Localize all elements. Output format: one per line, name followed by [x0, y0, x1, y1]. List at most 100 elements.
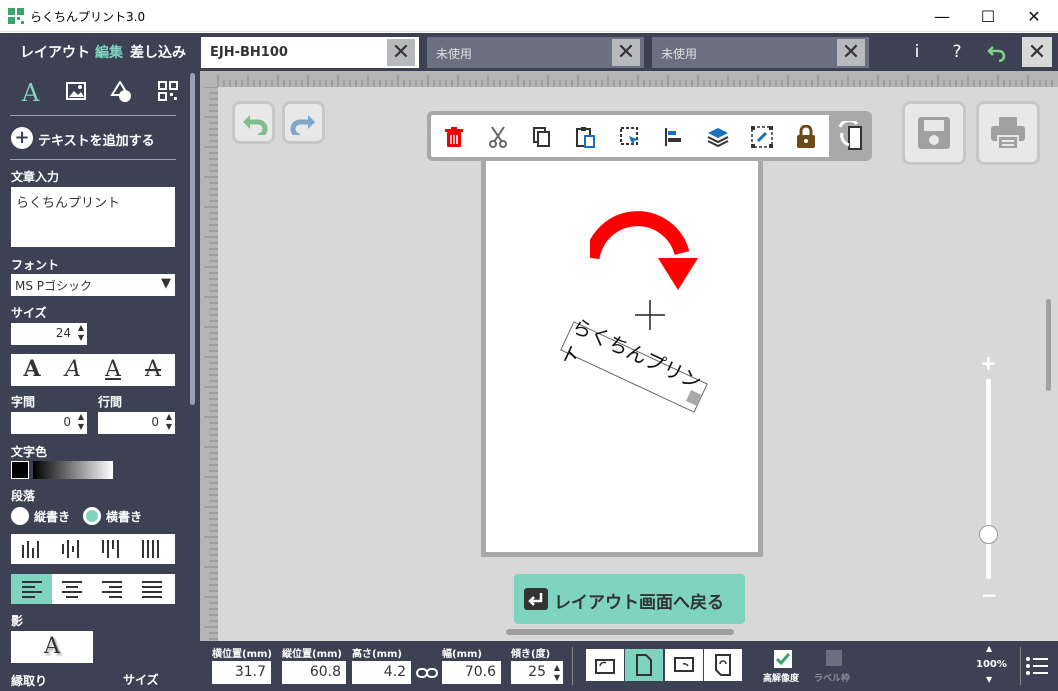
document-tab-1[interactable]: EJH-BH100 ✕ — [201, 37, 419, 68]
zoom-track[interactable] — [986, 379, 991, 579]
redo-button[interactable] — [282, 101, 325, 144]
rotate-90-button[interactable] — [665, 649, 703, 681]
info-icon[interactable]: i — [904, 39, 930, 65]
select-area-icon[interactable] — [617, 124, 643, 150]
align-middle-icon[interactable] — [61, 539, 83, 559]
text-input[interactable]: らくちんプリント — [11, 187, 175, 247]
stepper-arrows-icon[interactable]: ▲ ▼ — [78, 412, 84, 432]
add-text-button[interactable]: テキストを追加する — [38, 130, 155, 149]
line-spacing-stepper[interactable]: 0 ▲ ▼ — [98, 412, 175, 434]
layers-icon[interactable] — [705, 124, 731, 150]
angle-stepper[interactable]: 25 ▲ ▼ — [511, 661, 563, 684]
cut-icon[interactable] — [485, 124, 511, 150]
bold-icon[interactable]: A — [12, 354, 52, 384]
delete-icon[interactable] — [441, 124, 467, 150]
font-select-value: MS Pゴシック — [15, 279, 93, 293]
title-bar: らくちんプリント3.0 — ☐ ✕ — [0, 0, 1058, 32]
ruler-vertical — [200, 87, 218, 641]
design-canvas[interactable]: らくちんプリント + − レイアウト画面へ戻る — [200, 71, 1058, 641]
width-label: 幅(mm) — [442, 649, 482, 660]
group-link-icon[interactable] — [749, 124, 775, 150]
zoom-up-icon[interactable]: ▲ — [986, 644, 992, 653]
printer-icon — [991, 117, 1025, 150]
divider — [1020, 647, 1021, 685]
document-tab-2[interactable]: 未使用 ✕ — [427, 37, 644, 68]
align-objects-icon[interactable] — [661, 124, 687, 150]
underline-icon[interactable]: A — [93, 354, 133, 384]
tab-layout[interactable]: レイアウト — [20, 42, 90, 62]
undo-button[interactable] — [232, 101, 275, 144]
vertical-scrollbar[interactable] — [1046, 299, 1051, 391]
align-bottom-icon[interactable] — [21, 539, 43, 559]
rotate-object-icon — [838, 121, 862, 150]
copy-icon[interactable] — [529, 124, 555, 150]
size-stepper[interactable]: 24 ▲ ▼ — [11, 323, 87, 345]
align-top-icon[interactable] — [101, 539, 123, 559]
font-select[interactable]: MS Pゴシック ▼ — [11, 274, 175, 296]
x-position-input[interactable]: 31.7 — [212, 661, 271, 684]
lock-icon[interactable] — [793, 124, 819, 150]
link-ratio-icon[interactable] — [416, 666, 438, 680]
stepper-arrows-icon[interactable]: ▲ ▼ — [554, 663, 560, 683]
horizontal-radio[interactable] — [83, 507, 101, 525]
align-justify-icon[interactable] — [141, 580, 163, 598]
zoom-down-icon[interactable]: ▼ — [986, 675, 992, 684]
y-position-input[interactable]: 60.8 — [282, 661, 346, 684]
zoom-handle[interactable] — [979, 525, 998, 544]
rotate-mode-button[interactable] — [829, 115, 872, 157]
move-crosshair-icon[interactable] — [633, 300, 667, 334]
tab-edit[interactable]: 編集 — [95, 42, 123, 62]
close-panel-icon[interactable]: ✕ — [1022, 37, 1052, 67]
rotate-180-button[interactable] — [704, 649, 742, 681]
close-tab-icon[interactable]: ✕ — [837, 39, 865, 66]
vertical-align-group — [11, 534, 175, 564]
rotate-270-button[interactable] — [586, 649, 624, 681]
minimize-button[interactable]: — — [919, 0, 965, 32]
back-to-layout-button[interactable]: レイアウト画面へ戻る — [514, 574, 745, 624]
height-input[interactable]: 4.2 — [352, 661, 411, 684]
zoom-in-icon[interactable]: + — [980, 351, 997, 375]
close-window-button[interactable]: ✕ — [1011, 0, 1057, 32]
align-justify-vertical-icon[interactable] — [141, 539, 163, 559]
close-tab-icon[interactable]: ✕ — [387, 39, 415, 66]
align-right-icon[interactable] — [101, 580, 123, 598]
rotate-0-button[interactable] — [625, 649, 663, 681]
qrcode-tool-icon[interactable] — [158, 81, 178, 101]
color-gradient-picker[interactable] — [33, 461, 113, 479]
image-tool-icon[interactable] — [66, 81, 86, 101]
char-spacing-stepper[interactable]: 0 ▲ ▼ — [11, 412, 87, 434]
close-tab-icon[interactable]: ✕ — [612, 39, 640, 66]
shape-tool-icon[interactable] — [110, 81, 134, 103]
sidebar-scrollbar[interactable] — [190, 73, 195, 405]
color-swatch[interactable] — [11, 461, 29, 479]
hires-checkbox[interactable] — [774, 650, 792, 668]
maximize-button[interactable]: ☐ — [965, 0, 1011, 32]
outline-label: 縁取り — [11, 674, 48, 688]
stepper-arrows-icon[interactable]: ▲ ▼ — [166, 412, 172, 432]
zoom-out-icon[interactable]: − — [981, 583, 998, 607]
align-left-icon[interactable] — [21, 580, 43, 598]
angle-label: 傾き(度) — [511, 649, 551, 660]
align-center-icon[interactable] — [61, 580, 83, 598]
stepper-arrows-icon[interactable]: ▲ ▼ — [78, 323, 84, 343]
horizontal-scrollbar[interactable] — [506, 629, 734, 635]
document-tab-3[interactable]: 未使用 ✕ — [652, 37, 869, 68]
angle-value: 25 — [528, 664, 546, 680]
print-button[interactable] — [976, 101, 1040, 165]
label-frame-checkbox[interactable] — [826, 650, 842, 666]
add-icon[interactable]: + — [11, 127, 33, 149]
save-button[interactable] — [902, 101, 966, 165]
width-input[interactable]: 70.6 — [442, 661, 501, 684]
vertical-radio[interactable] — [11, 507, 29, 525]
shadow-preview-button[interactable]: A — [11, 631, 93, 663]
strikethrough-icon[interactable]: A — [133, 354, 173, 384]
undo-arrow-icon[interactable] — [984, 39, 1010, 65]
italic-icon[interactable]: A — [53, 354, 93, 384]
list-menu-icon[interactable] — [1026, 656, 1048, 676]
portrait-page-icon — [636, 654, 652, 676]
tab-merge[interactable]: 差し込み — [130, 42, 186, 62]
font-label: フォント — [11, 258, 60, 272]
text-tool-icon[interactable]: A — [22, 79, 39, 107]
paste-icon[interactable] — [573, 124, 599, 150]
help-icon[interactable]: ? — [944, 39, 970, 65]
